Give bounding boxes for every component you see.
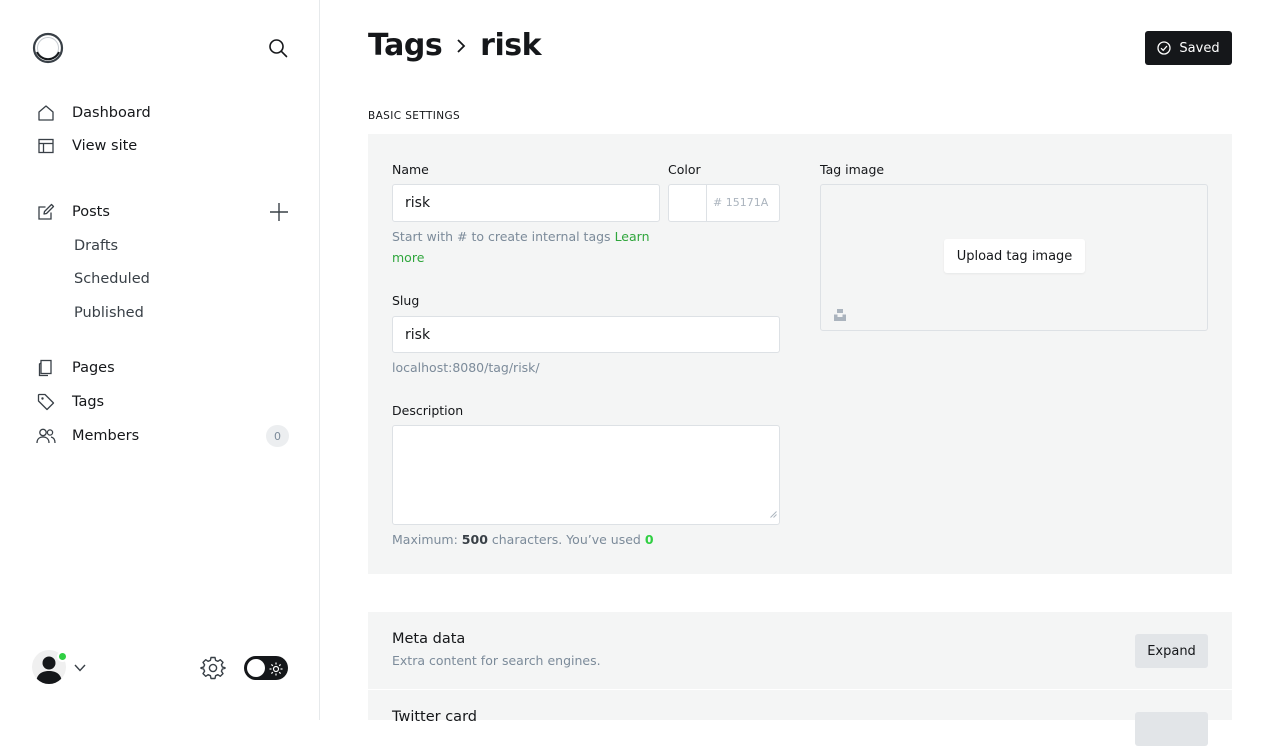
- edit-icon: [36, 202, 56, 222]
- nav-posts-label: Posts: [72, 204, 110, 220]
- nav-scheduled[interactable]: Scheduled: [74, 264, 150, 294]
- twitter-card-expand-button[interactable]: [1135, 712, 1208, 746]
- slug-input[interactable]: risk: [392, 316, 780, 353]
- chevron-down-icon[interactable]: [73, 660, 87, 679]
- color-input[interactable]: # 15171A: [713, 196, 768, 209]
- nav-pages[interactable]: Pages: [36, 353, 115, 383]
- add-post-plus-icon[interactable]: [266, 199, 292, 225]
- nav-drafts-label: Drafts: [74, 238, 119, 254]
- nav-tags-label: Tags: [72, 394, 105, 410]
- saved-button-label: Saved: [1179, 40, 1220, 56]
- twitter-card-card: Twitter card: [368, 690, 1232, 746]
- basic-settings-heading: BASIC SETTINGS: [368, 110, 461, 122]
- meta-data-title: Meta data: [392, 631, 466, 647]
- sidebar: Dashboard View site Posts Drafts Schedul…: [0, 0, 320, 720]
- nav-view-site[interactable]: View site: [36, 131, 137, 161]
- max-mid: characters. You’ve used: [491, 532, 641, 547]
- browser-icon: [36, 136, 56, 156]
- settings-gear-icon[interactable]: [200, 655, 226, 685]
- members-count-badge: 0: [266, 425, 289, 447]
- breadcrumb-tags-link[interactable]: Tags: [368, 28, 443, 63]
- tag-icon: [36, 392, 56, 412]
- slug-label: Slug: [392, 293, 420, 308]
- tag-image-uploader: Upload tag image: [820, 184, 1208, 331]
- description-textarea[interactable]: [392, 425, 780, 525]
- main-content: Tags risk Saved BASIC SETTINGS Name risk…: [320, 0, 1280, 746]
- nav-pages-label: Pages: [72, 360, 115, 376]
- nav-published[interactable]: Published: [74, 298, 144, 328]
- tag-image-label: Tag image: [820, 162, 885, 177]
- nav-tags[interactable]: Tags: [36, 387, 104, 417]
- nav-view-site-label: View site: [72, 138, 138, 154]
- nav-drafts[interactable]: Drafts: [74, 231, 118, 261]
- description-label: Description: [392, 403, 464, 418]
- color-hash: #: [713, 196, 723, 209]
- meta-data-expand-button[interactable]: Expand: [1135, 634, 1208, 668]
- expand-button-label: Expand: [1147, 643, 1196, 659]
- description-char-count: Maximum: 500 characters. You’ve used 0: [392, 532, 654, 547]
- saved-button[interactable]: Saved: [1145, 31, 1232, 65]
- used-count: 0: [644, 532, 654, 547]
- breadcrumb: Tags risk: [368, 28, 542, 63]
- resize-handle-icon[interactable]: [770, 503, 777, 522]
- online-status-dot: [57, 651, 68, 662]
- check-circle-icon: [1157, 41, 1172, 55]
- nav-members[interactable]: Members: [36, 421, 139, 451]
- color-field: # 15171A: [668, 184, 780, 222]
- name-input[interactable]: risk: [392, 184, 660, 222]
- toggle-knob: [247, 659, 265, 677]
- name-input-value: risk: [405, 195, 431, 211]
- unsplash-icon[interactable]: [833, 307, 847, 326]
- nav-dashboard[interactable]: Dashboard: [36, 98, 151, 128]
- members-icon: [36, 426, 56, 446]
- slug-url: localhost:8080/tag/risk/: [392, 360, 540, 375]
- meta-data-subtitle: Extra content for search engines.: [392, 653, 601, 668]
- pages-icon: [36, 358, 56, 378]
- nav-dashboard-label: Dashboard: [72, 105, 151, 121]
- page-title: risk: [480, 28, 542, 63]
- name-hint-text: Start with # to create internal tags: [392, 229, 611, 244]
- name-label: Name: [392, 162, 429, 177]
- night-mode-toggle[interactable]: [244, 656, 288, 680]
- name-hint: Start with # to create internal tags Lea…: [392, 226, 654, 268]
- twitter-card-title: Twitter card: [392, 709, 477, 725]
- color-swatch[interactable]: [669, 185, 707, 221]
- home-icon: [36, 103, 56, 123]
- color-placeholder: 15171A: [725, 196, 769, 209]
- upload-button-label: Upload tag image: [956, 248, 1073, 264]
- slug-input-value: risk: [405, 326, 431, 343]
- search-icon[interactable]: [264, 34, 292, 62]
- color-label: Color: [668, 162, 701, 177]
- max-prefix: Maximum:: [392, 532, 458, 547]
- max-value: 500: [461, 532, 488, 547]
- upload-tag-image-button[interactable]: Upload tag image: [944, 239, 1085, 273]
- sun-icon: [269, 661, 283, 680]
- basic-settings-panel: Name risk Start with # to create interna…: [368, 134, 1232, 574]
- nav-posts[interactable]: Posts: [36, 197, 110, 227]
- nav-members-label: Members: [72, 428, 140, 444]
- nav-published-label: Published: [74, 305, 144, 321]
- site-logo-icon[interactable]: [32, 32, 64, 64]
- chevron-right-icon: [454, 37, 468, 55]
- meta-data-card: Meta data Extra content for search engin…: [368, 612, 1232, 689]
- nav-scheduled-label: Scheduled: [74, 271, 150, 287]
